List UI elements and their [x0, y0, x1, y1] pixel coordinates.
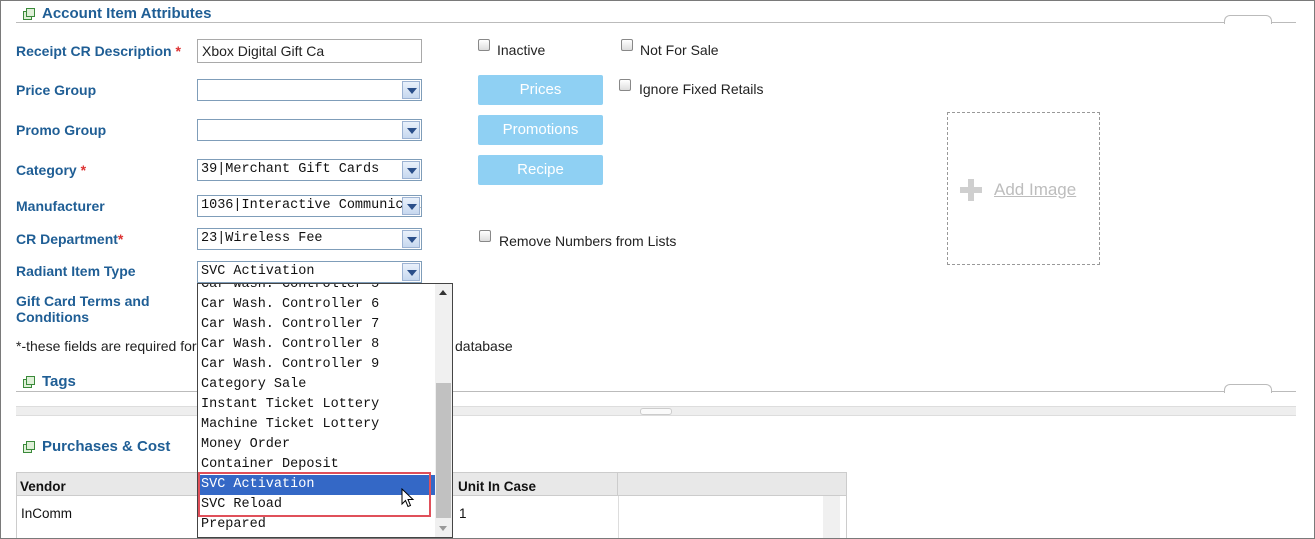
expand-section-icon[interactable] [23, 376, 35, 388]
select-value: SVC Activation [201, 264, 315, 279]
required-note: *-these fields are required for [16, 338, 197, 354]
dropdown-option[interactable]: Car Wash. Controller 7 [198, 315, 435, 335]
label-text: Receipt CR Description [16, 43, 172, 59]
category-label: Category * [16, 162, 86, 178]
ignore-fixed-retails-label: Ignore Fixed Retails [639, 81, 764, 97]
cr-department-select[interactable]: 23|Wireless Fee [197, 228, 422, 250]
dropdown-option[interactable]: Car Wash. Controller 8 [198, 335, 435, 355]
cr-department-label: CR Department* [16, 231, 123, 247]
promo-group-label: Promo Group [16, 122, 107, 138]
dropdown-option[interactable]: Car Wash. Controller 5 [198, 284, 435, 295]
collapse-tab[interactable] [1224, 15, 1272, 24]
dropdown-option[interactable]: Car Wash. Controller 6 [198, 295, 435, 315]
select-value: 39|Merchant Gift Cards [201, 162, 380, 177]
section-title: Purchases & Cost [42, 438, 171, 455]
chevron-down-icon[interactable] [402, 197, 420, 215]
section-title: Tags [42, 373, 76, 390]
select-value: 23|Wireless Fee [201, 231, 323, 246]
price-group-label: Price Group [16, 82, 97, 98]
chevron-down-icon[interactable] [402, 230, 420, 248]
chevron-down-icon[interactable] [402, 121, 420, 139]
dropdown-option[interactable]: Car Wash. Controller 9 [198, 355, 435, 375]
recipe-button[interactable]: Recipe [478, 155, 603, 185]
expand-section-icon[interactable] [23, 441, 35, 453]
prices-button[interactable]: Prices [478, 75, 603, 105]
receipt-cr-description-label: Receipt CR Description * [16, 43, 181, 59]
grip-handle-icon[interactable] [640, 408, 672, 415]
receipt-cr-description-input[interactable]: Xbox Digital Gift Ca [197, 39, 422, 63]
dropdown-option[interactable]: Money Order [198, 435, 435, 455]
grid-scrollbar[interactable] [823, 496, 840, 538]
section-divider [16, 15, 1296, 37]
section-header-purchases-cost[interactable]: Purchases & Cost [23, 438, 170, 455]
not-for-sale-label: Not For Sale [640, 42, 719, 58]
dropdown-option[interactable]: Instant Ticket Lottery [198, 395, 435, 415]
collapse-tab[interactable] [1224, 384, 1272, 393]
dropdown-scrollbar[interactable] [435, 284, 452, 537]
dropdown-option[interactable]: Category Sale [198, 375, 435, 395]
chevron-down-icon[interactable] [402, 161, 420, 179]
price-group-select[interactable] [197, 79, 422, 101]
required-marker: * [117, 231, 124, 247]
inactive-label: Inactive [497, 42, 546, 58]
promotions-button[interactable]: Promotions [478, 115, 603, 145]
scrollbar-thumb[interactable] [436, 383, 451, 518]
highlight-box [198, 472, 431, 517]
manufacturer-label: Manufacturer [16, 198, 105, 214]
promo-group-select[interactable] [197, 119, 422, 141]
table-row-unit-in-case[interactable]: 1 [459, 506, 467, 521]
label-text: Category [16, 162, 77, 178]
category-select[interactable]: 39|Merchant Gift Cards [197, 159, 422, 181]
column-divider [617, 473, 618, 495]
add-image-link[interactable]: Add Image [994, 180, 1076, 200]
gift-card-terms-label: Gift Card Terms and Conditions [16, 293, 150, 325]
label-text: CR Department [16, 231, 118, 247]
remove-numbers-checkbox[interactable] [479, 230, 491, 242]
remove-numbers-label: Remove Numbers from Lists [499, 233, 677, 249]
not-for-sale-checkbox[interactable] [621, 39, 633, 51]
required-note-end: database [455, 338, 513, 354]
chevron-down-icon[interactable] [402, 263, 420, 281]
account-item-page: Account Item Attributes Receipt CR Descr… [0, 0, 1315, 539]
dropdown-option[interactable]: Prepared [198, 515, 435, 535]
dropdown-option[interactable]: Machine Ticket Lottery [198, 415, 435, 435]
required-marker: * [175, 43, 181, 59]
radiant-item-type-label: Radiant Item Type [16, 263, 136, 279]
label-line: Gift Card Terms and [16, 293, 150, 309]
radiant-item-type-select[interactable]: SVC Activation [197, 261, 422, 283]
column-header-unit-in-case[interactable]: Unit In Case [458, 479, 536, 494]
chevron-down-icon[interactable] [402, 81, 420, 99]
select-value: 1036|Interactive Communicatio [201, 198, 422, 213]
scroll-up-arrow-icon[interactable] [435, 284, 452, 301]
label-line: Conditions [16, 309, 90, 325]
plus-icon [960, 179, 982, 201]
manufacturer-select[interactable]: 1036|Interactive Communicatio [197, 195, 422, 217]
section-title: Account Item Attributes [42, 5, 212, 22]
image-dropzone[interactable]: Add Image [947, 112, 1100, 265]
section-header-account-item-attributes[interactable]: Account Item Attributes [23, 5, 211, 22]
required-marker: * [80, 162, 87, 178]
ignore-fixed-retails-checkbox[interactable] [619, 79, 631, 91]
expand-section-icon[interactable] [23, 8, 35, 20]
scroll-down-arrow-icon[interactable] [435, 520, 452, 537]
mouse-cursor-icon [401, 488, 415, 508]
table-row-vendor[interactable]: InComm [21, 506, 72, 521]
section-header-tags[interactable]: Tags [23, 373, 76, 390]
column-header-vendor[interactable]: Vendor [20, 479, 66, 494]
inactive-checkbox[interactable] [478, 39, 490, 51]
